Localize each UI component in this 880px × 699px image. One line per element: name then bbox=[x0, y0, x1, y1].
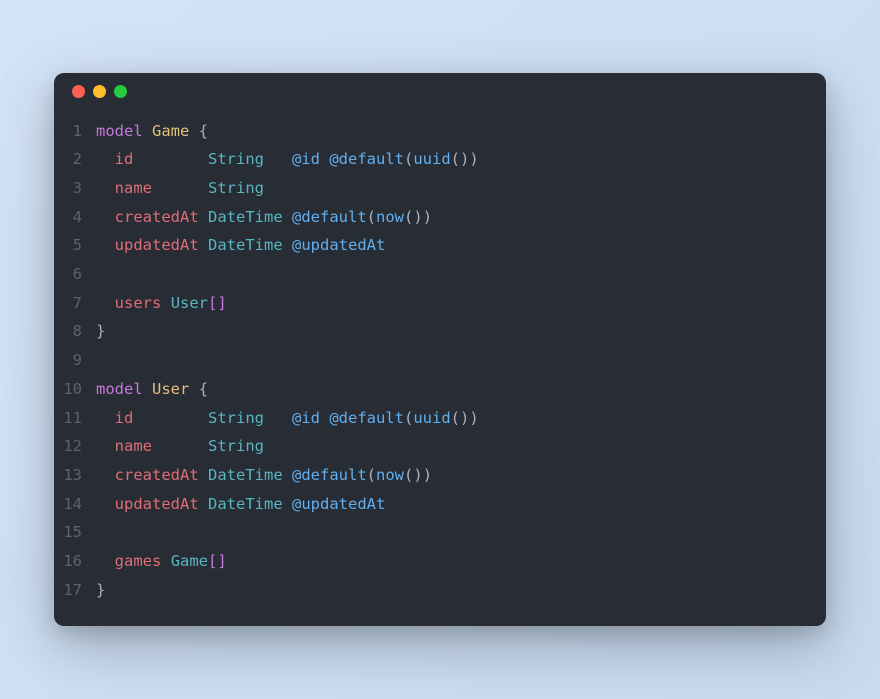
line-number: 14 bbox=[54, 490, 96, 519]
line-number: 13 bbox=[54, 461, 96, 490]
line-number: 7 bbox=[54, 289, 96, 318]
line-content: updatedAt DateTime @updatedAt bbox=[96, 231, 385, 260]
code-line: 15 bbox=[54, 518, 826, 547]
line-content: id String @id @default(uuid()) bbox=[96, 145, 479, 174]
line-number: 5 bbox=[54, 231, 96, 260]
line-number: 1 bbox=[54, 117, 96, 146]
line-number: 2 bbox=[54, 145, 96, 174]
code-line: 5 updatedAt DateTime @updatedAt bbox=[54, 231, 826, 260]
code-line: 10model User { bbox=[54, 375, 826, 404]
code-line: 12 name String bbox=[54, 432, 826, 461]
line-number: 16 bbox=[54, 547, 96, 576]
code-line: 14 updatedAt DateTime @updatedAt bbox=[54, 490, 826, 519]
line-number: 12 bbox=[54, 432, 96, 461]
line-number: 6 bbox=[54, 260, 96, 289]
line-content bbox=[96, 260, 105, 289]
code-line: 4 createdAt DateTime @default(now()) bbox=[54, 203, 826, 232]
code-line: 9 bbox=[54, 346, 826, 375]
line-content: createdAt DateTime @default(now()) bbox=[96, 461, 432, 490]
line-content: games Game[] bbox=[96, 547, 227, 576]
line-content: } bbox=[96, 317, 105, 346]
line-content: name String bbox=[96, 432, 264, 461]
line-number: 15 bbox=[54, 518, 96, 547]
code-block: 1model Game {2 id String @id @default(uu… bbox=[54, 111, 826, 626]
line-content: name String bbox=[96, 174, 264, 203]
code-line: 1model Game { bbox=[54, 117, 826, 146]
code-line: 17} bbox=[54, 576, 826, 605]
line-content: model Game { bbox=[96, 117, 208, 146]
line-number: 8 bbox=[54, 317, 96, 346]
line-number: 10 bbox=[54, 375, 96, 404]
line-number: 11 bbox=[54, 404, 96, 433]
code-window: 1model Game {2 id String @id @default(uu… bbox=[54, 73, 826, 626]
code-line: 3 name String bbox=[54, 174, 826, 203]
code-line: 8} bbox=[54, 317, 826, 346]
line-number: 3 bbox=[54, 174, 96, 203]
code-line: 6 bbox=[54, 260, 826, 289]
code-line: 16 games Game[] bbox=[54, 547, 826, 576]
line-number: 4 bbox=[54, 203, 96, 232]
line-content: } bbox=[96, 576, 105, 605]
line-content: model User { bbox=[96, 375, 208, 404]
code-line: 2 id String @id @default(uuid()) bbox=[54, 145, 826, 174]
maximize-icon[interactable] bbox=[114, 85, 127, 98]
line-number: 9 bbox=[54, 346, 96, 375]
window-titlebar bbox=[54, 73, 826, 111]
minimize-icon[interactable] bbox=[93, 85, 106, 98]
line-content: createdAt DateTime @default(now()) bbox=[96, 203, 432, 232]
line-content: id String @id @default(uuid()) bbox=[96, 404, 479, 433]
line-content: updatedAt DateTime @updatedAt bbox=[96, 490, 385, 519]
line-content bbox=[96, 518, 105, 547]
line-content bbox=[96, 346, 105, 375]
code-line: 11 id String @id @default(uuid()) bbox=[54, 404, 826, 433]
code-line: 7 users User[] bbox=[54, 289, 826, 318]
code-line: 13 createdAt DateTime @default(now()) bbox=[54, 461, 826, 490]
close-icon[interactable] bbox=[72, 85, 85, 98]
line-content: users User[] bbox=[96, 289, 227, 318]
line-number: 17 bbox=[54, 576, 96, 605]
